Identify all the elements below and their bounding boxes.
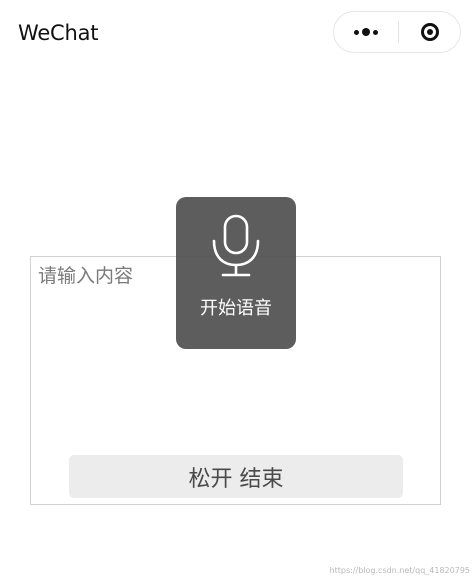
app-title: WeChat xyxy=(18,21,99,45)
more-dots-icon-center xyxy=(362,28,370,36)
close-target-icon xyxy=(421,23,439,41)
close-target-icon-core xyxy=(427,29,433,35)
textarea-placeholder: 请输入内容 xyxy=(38,265,134,287)
voice-recording-toast: 开始语音 xyxy=(176,197,296,349)
mini-program-capsule xyxy=(333,11,461,53)
more-dots-icon-right xyxy=(373,29,378,35)
release-to-end-button[interactable]: 松开 结束 xyxy=(69,455,403,498)
watermark: https://blog.csdn.net/qq_41820795 xyxy=(329,566,470,575)
microphone-icon xyxy=(212,214,260,277)
more-dots-icon xyxy=(354,29,359,35)
close-button[interactable] xyxy=(399,12,461,52)
more-button[interactable] xyxy=(334,12,398,52)
voice-toast-label: 开始语音 xyxy=(200,298,272,319)
